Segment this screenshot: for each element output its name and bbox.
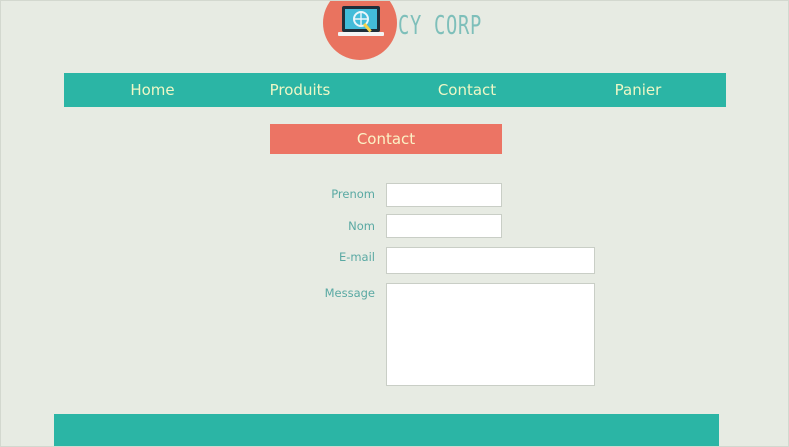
nav-item-contact[interactable]: Contact: [429, 73, 505, 107]
prenom-field[interactable]: [386, 183, 502, 207]
nom-field[interactable]: [386, 214, 502, 238]
nav-item-home[interactable]: Home: [119, 73, 186, 107]
laptop-globe-icon: [338, 6, 384, 36]
nom-label: Nom: [348, 219, 375, 233]
logo-badge: [323, 1, 397, 60]
footer-bar: [54, 414, 719, 446]
section-title: Contact: [270, 124, 502, 154]
main-nav: Home Produits Contact Panier: [64, 73, 726, 107]
nav-item-panier[interactable]: Panier: [606, 73, 670, 107]
nav-item-produits[interactable]: Produits: [260, 73, 340, 107]
email-field[interactable]: [386, 247, 595, 274]
message-label: Message: [324, 286, 375, 300]
logo-text: CY CORP: [398, 11, 482, 41]
prenom-label: Prenom: [331, 187, 375, 201]
email-label: E-mail: [338, 250, 375, 264]
page: CY CORP Home Produits Contact Panier Con…: [0, 0, 789, 447]
message-field[interactable]: [386, 283, 595, 386]
